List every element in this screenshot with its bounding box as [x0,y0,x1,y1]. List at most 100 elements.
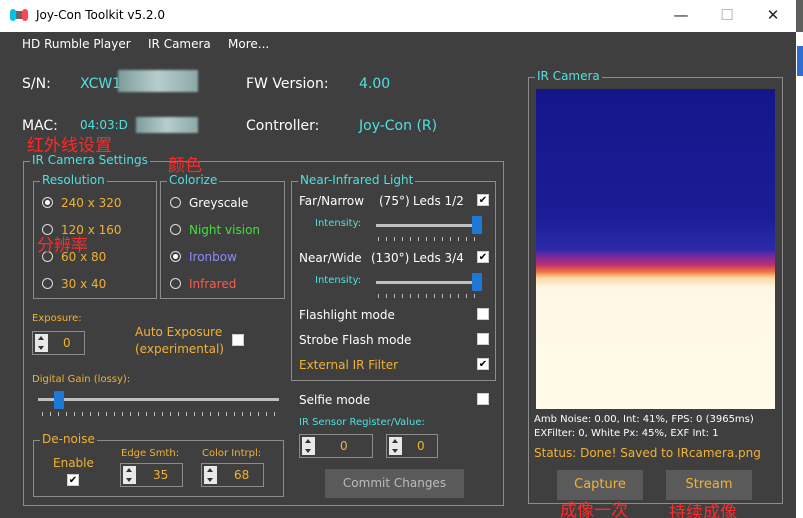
auto-exposure-checkbox[interactable] [232,334,244,346]
menu-ir-camera[interactable]: IR Camera [148,37,211,51]
far-intensity-track [376,224,482,227]
resolution-radio-240x320[interactable] [42,197,53,208]
strobe-flash-mode-label: Strobe Flash mode [299,333,412,347]
near-infrared-title: Near-Infrared Light [298,173,416,187]
external-ir-filter-label: External IR Filter [299,358,399,372]
colorize-option-night-vision[interactable]: Night vision [189,223,260,237]
selfie-mode-label: Selfie mode [299,393,371,407]
color-intrpl-label: Color Intrpl: [202,448,262,459]
digital-gain-slider-thumb[interactable] [54,391,65,409]
colorize-option-infrared[interactable]: Infrared [189,277,236,291]
colorize-option-ironbow[interactable]: Ironbow [189,250,237,264]
denoise-enable-checkbox[interactable]: ✔ [67,474,79,486]
exposure-label: Exposure: [32,313,82,324]
annotation-ir-settings: 红外线设置 [27,136,112,156]
far-narrow-angle: (75°) [379,194,410,208]
near-intensity-slider-thumb[interactable] [472,273,482,291]
redacted-mac [136,117,198,133]
maximize-button[interactable]: ☐ [704,0,750,32]
ir-status-text: Status: Done! Saved to IRcamera.png [534,446,761,460]
desktop-blue-block [797,46,803,76]
strobe-flash-mode-checkbox[interactable] [477,333,489,345]
digital-gain-ticks [42,412,280,416]
selfie-mode-checkbox[interactable] [477,393,489,405]
digital-gain-track [38,398,279,401]
far-narrow-checkbox[interactable]: ✔ [477,194,489,206]
external-ir-filter-checkbox[interactable]: ✔ [477,358,489,370]
far-narrow-label: Far/Narrow [299,194,365,208]
denoise-title: De-noise [40,432,97,446]
denoise-enable-label: Enable [53,456,94,470]
annotation-colorize: 颜色 [168,156,202,176]
ir-value-stepper[interactable]: 0 [386,434,438,458]
far-intensity-slider-thumb[interactable] [472,216,482,234]
spin-arrows-icon[interactable] [123,466,136,484]
fw-version-value: 4.00 [359,76,391,92]
commit-changes-button[interactable]: Commit Changes [325,469,464,498]
sn-value: XCW1 [80,76,122,92]
window-title: Joy-Con Toolkit v5.2.0 [36,8,165,22]
desktop-edge [796,32,803,518]
annotation-capture: 成像一次 [560,501,628,518]
app-window: Joy-Con Toolkit v5.2.0 — ☐ ✕ HD Rumble P… [0,0,796,518]
redacted-serial [118,70,198,92]
spin-arrows-icon[interactable] [389,437,402,455]
near-intensity-label: Intensity: [315,275,362,286]
ir-register-stepper[interactable]: 0 [299,434,373,458]
edge-smth-value: 35 [153,468,169,482]
flashlight-mode-label: Flashlight mode [299,308,395,322]
ir-stats-line-2: EXFilter: 0, White Px: 45%, EXF Int: 1 [534,428,719,439]
near-intensity-ticks [378,294,482,298]
annotation-resolution: 分辨率 [37,236,88,256]
ir-camera-image [536,89,775,409]
resolution-radio-30x40[interactable] [42,278,53,289]
menu-hd-rumble-player[interactable]: HD Rumble Player [22,37,131,51]
controller-label: Controller: [246,118,320,134]
spin-arrows-icon[interactable] [204,466,217,484]
auto-exposure-sublabel: (experimental) [135,342,224,356]
colorize-option-greyscale[interactable]: Greyscale [189,196,248,210]
far-intensity-ticks [378,237,482,241]
menu-more[interactable]: More... [228,37,269,51]
far-intensity-label: Intensity: [315,218,362,229]
title-bar: Joy-Con Toolkit v5.2.0 — ☐ ✕ [0,0,796,32]
near-intensity-track [376,281,482,284]
near-wide-checkbox[interactable]: ✔ [477,251,489,263]
close-button[interactable]: ✕ [750,0,796,32]
colorize-radio-ironbow[interactable] [170,251,181,262]
flashlight-mode-checkbox[interactable] [477,308,489,320]
edge-smth-label: Edge Smth: [121,448,180,459]
colorize-radio-night-vision[interactable] [170,224,181,235]
ir-register-value: 0 [340,439,348,453]
near-wide-angle: (130°) [371,251,410,265]
auto-exposure-label: Auto Exposure [135,325,223,339]
edge-smth-stepper[interactable]: 35 [120,463,183,487]
sn-label: S/N: [22,76,51,92]
color-intrpl-stepper[interactable]: 68 [201,463,264,487]
minimize-button[interactable]: — [658,0,704,32]
resolution-option-240x320[interactable]: 240 x 320 [61,196,122,210]
resolution-option-30x40[interactable]: 30 x 40 [61,277,106,291]
near-wide-leds: Leds 3/4 [413,251,464,265]
spin-arrows-icon[interactable] [302,437,315,455]
ir-value-value: 0 [417,439,425,453]
ir-camera-title: IR Camera [535,69,602,83]
ir-stats-line-1: Amb Noise: 0.00, Int: 41%, FPS: 0 (3965m… [534,414,754,425]
menu-bar: HD Rumble Player IR Camera More... [0,32,796,57]
resolution-title: Resolution [40,173,107,187]
mac-value: 04:03:D [80,118,128,132]
stream-button[interactable]: Stream [666,470,752,500]
annotation-stream: 持续成像 [669,503,737,518]
exposure-stepper[interactable]: 0 [32,331,85,355]
far-narrow-leds: Leds 1/2 [413,194,464,208]
exposure-value: 0 [63,336,71,350]
controller-value: Joy-Con (R) [359,118,438,134]
digital-gain-label: Digital Gain (lossy): [32,374,131,385]
ir-register-label: IR Sensor Register/Value: [299,417,425,428]
near-wide-label: Near/Wide [299,251,362,265]
color-intrpl-value: 68 [234,468,250,482]
joycon-app-icon [10,9,28,21]
spin-arrows-icon[interactable] [35,334,48,352]
colorize-radio-greyscale[interactable] [170,197,181,208]
colorize-radio-infrared[interactable] [170,278,181,289]
